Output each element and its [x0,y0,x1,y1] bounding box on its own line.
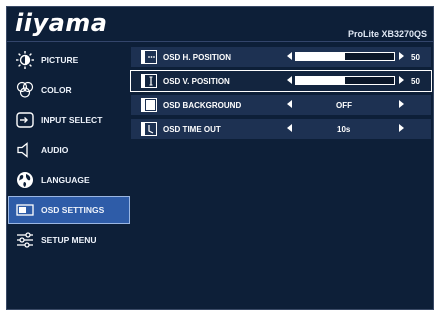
osd-header: iiyama ProLite XB3270QS [7,7,433,41]
sliders-icon [17,232,33,248]
sidebar-item-label: INPUT SELECT [41,115,103,125]
speaker-icon [17,142,28,158]
sidebar-item-label: COLOR [41,85,72,95]
increase-arrow-icon[interactable] [399,124,404,132]
sidebar-item-osd-settings[interactable]: OSD SETTINGS [8,196,130,224]
osd-menu: iiyama ProLite XB3270QS PICTURE COLOR IN… [6,6,434,310]
settings-panel: OSD H. POSITION 50 OSD V. POSITION 50 OS… [130,45,433,153]
setting-value: 10s [337,125,351,134]
sidebar-item-label: SETUP MENU [41,235,97,245]
sidebar-item-color[interactable]: COLOR [9,77,129,103]
setting-label: OSD TIME OUT [163,125,221,134]
setting-label: OSD BACKGROUND [163,101,242,110]
timer-icon [141,122,157,136]
setting-row-background[interactable]: OSD BACKGROUND OFF [131,95,431,115]
sidebar-item-audio[interactable]: AUDIO [9,137,129,163]
color-icon [16,81,34,98]
h-position-slider[interactable] [295,52,395,61]
increase-arrow-icon[interactable] [399,52,404,60]
setting-row-time-out[interactable]: OSD TIME OUT 10s [131,119,431,139]
sidebar-item-label: PICTURE [41,55,79,65]
setting-value: OFF [336,101,352,110]
setting-label: OSD H. POSITION [163,53,232,62]
setting-value: 50 [411,77,420,86]
sidebar-item-language[interactable]: LANGUAGE [9,167,129,193]
osd-background-icon [141,98,157,112]
sidebar-item-picture[interactable]: PICTURE [9,47,129,73]
sidebar-item-label: OSD SETTINGS [41,205,105,215]
slider-fill [296,77,345,84]
header-divider [7,41,433,42]
osd-icon [16,204,34,216]
monitor-screen: iiyama ProLite XB3270QS PICTURE COLOR IN… [0,0,440,317]
slider-fill [296,53,345,60]
increase-arrow-icon[interactable] [399,100,404,108]
brand-logo: iiyama [15,9,108,37]
sidebar-item-setup-menu[interactable]: SETUP MENU [9,227,129,253]
brightness-icon [16,51,34,69]
sidebar-item-label: AUDIO [41,145,69,155]
input-icon [16,112,34,128]
setting-row-v-position[interactable]: OSD V. POSITION 50 [130,70,432,92]
globe-icon [17,172,33,188]
sidebar-item-input-select[interactable]: INPUT SELECT [9,107,129,133]
increase-arrow-icon[interactable] [399,76,404,84]
v-position-icon [141,74,157,88]
sidebar-item-label: LANGUAGE [41,175,90,185]
v-position-slider[interactable] [295,76,395,85]
setting-row-h-position[interactable]: OSD H. POSITION 50 [131,47,431,67]
decrease-arrow-icon[interactable] [287,76,292,84]
h-position-icon [141,50,157,64]
decrease-arrow-icon[interactable] [287,52,292,60]
model-name: ProLite XB3270QS [347,29,427,39]
setting-label: OSD V. POSITION [163,77,230,86]
decrease-arrow-icon[interactable] [287,124,292,132]
sidebar: PICTURE COLOR INPUT SELECT AUDIO LANGUAG… [8,45,130,309]
decrease-arrow-icon[interactable] [287,100,292,108]
setting-value: 50 [411,53,420,62]
